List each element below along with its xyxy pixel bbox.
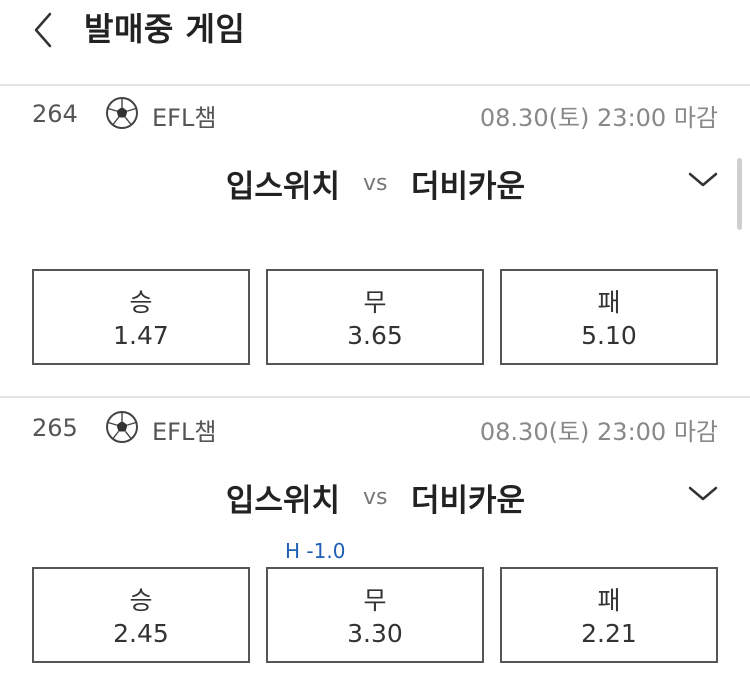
- matchup: 입스위치 vs 더비카운: [0, 161, 750, 211]
- game-number: 264: [32, 100, 78, 128]
- page-title: 발매중 게임: [84, 10, 246, 48]
- odds-value: 2.21: [581, 619, 637, 648]
- expand-button[interactable]: [687, 481, 719, 505]
- league-name: EFL챔: [152, 104, 217, 132]
- soccer-ball-icon: [106, 97, 138, 129]
- expand-button[interactable]: [687, 167, 719, 191]
- odds-label: 승: [129, 586, 153, 615]
- odds-value: 1.47: [113, 321, 169, 350]
- chevron-down-icon: [688, 172, 718, 187]
- odds-row: 승 1.47 무 3.65 패 5.10: [32, 269, 718, 365]
- odds-button-draw[interactable]: 무 3.65: [266, 269, 484, 365]
- soccer-ball-icon: [106, 411, 138, 443]
- odds-value: 5.10: [581, 321, 637, 350]
- home-team: 입스위치: [225, 169, 340, 205]
- deadline: 08.30(토) 23:00 마감: [479, 418, 718, 446]
- odds-value: 3.30: [347, 619, 403, 648]
- odds-row: 승 2.45 무 3.30 패 2.21: [32, 567, 718, 663]
- odds-button-win[interactable]: 승 1.47: [32, 269, 250, 365]
- handicap-label: H -1.0: [285, 539, 346, 563]
- back-button[interactable]: [28, 10, 62, 50]
- game-card: 265 EFL챔 08.30(토) 23:00 마감 입스위치 vs 더비카운 …: [0, 400, 750, 694]
- odds-label: 패: [597, 288, 621, 317]
- odds-label: 패: [597, 586, 621, 615]
- vs-label: vs: [363, 485, 388, 510]
- chevron-down-icon: [688, 486, 718, 501]
- odds-label: 무: [363, 586, 387, 615]
- chevron-left-icon: [34, 12, 52, 48]
- game-number: 265: [32, 414, 78, 442]
- odds-button-lose[interactable]: 패 2.21: [500, 567, 718, 663]
- odds-button-draw[interactable]: 무 3.30: [266, 567, 484, 663]
- matchup: 입스위치 vs 더비카운: [0, 475, 750, 525]
- odds-label: 무: [363, 288, 387, 317]
- odds-button-lose[interactable]: 패 5.10: [500, 269, 718, 365]
- top-bar: 발매중 게임: [0, 0, 750, 86]
- away-team: 더비카운: [411, 169, 526, 205]
- league-name: EFL챔: [152, 418, 217, 446]
- odds-button-win[interactable]: 승 2.45: [32, 567, 250, 663]
- odds-value: 3.65: [347, 321, 403, 350]
- deadline: 08.30(토) 23:00 마감: [479, 104, 718, 132]
- odds-label: 승: [129, 288, 153, 317]
- home-team: 입스위치: [225, 483, 340, 519]
- odds-value: 2.45: [113, 619, 169, 648]
- vs-label: vs: [363, 171, 388, 196]
- away-team: 더비카운: [411, 483, 526, 519]
- game-card: 264 EFL챔 08.30(토) 23:00 마감 입스위치 vs 더비카운 …: [0, 86, 750, 398]
